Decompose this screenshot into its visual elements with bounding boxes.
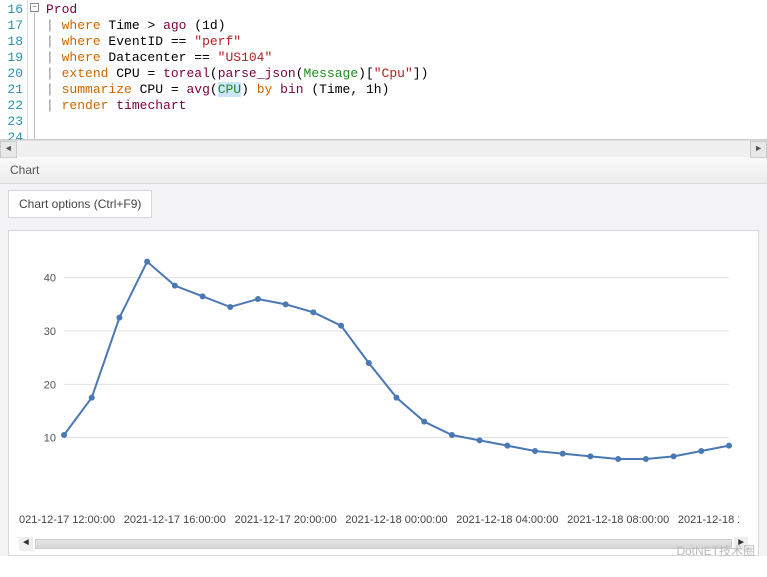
- scroll-right-icon[interactable]: ►: [750, 141, 767, 158]
- chart-options-button[interactable]: Chart options (Ctrl+F9): [8, 190, 152, 218]
- code-editor[interactable]: 161718192021222324 − Prod| where Time > …: [0, 0, 767, 140]
- svg-text:2021-12-17 16:00:00: 2021-12-17 16:00:00: [124, 514, 226, 526]
- scroll-right-icon[interactable]: ►: [734, 537, 748, 551]
- line-number: 22: [2, 98, 23, 114]
- line-number: 18: [2, 34, 23, 50]
- timechart-svg: 10 20 30 40 2021-12-17 12:00:00 2021-12-17 16…: [19, 241, 739, 531]
- svg-text:2021-12-18 12:00:00: 2021-12-18 12:00:00: [678, 514, 739, 526]
- fold-guide: [34, 13, 35, 139]
- svg-text:10: 10: [44, 433, 56, 445]
- chart-area: 10 20 30 40 2021-12-17 12:00:00 2021-12-17 16…: [8, 230, 759, 556]
- line-number: 23: [2, 114, 23, 130]
- code-line[interactable]: | where Time > ago (1d): [46, 18, 428, 34]
- editor-horizontal-scrollbar[interactable]: ◄ ►: [0, 140, 767, 157]
- code-line[interactable]: | where EventID == "perf": [46, 34, 428, 50]
- code-line[interactable]: Prod: [46, 2, 428, 18]
- scroll-track[interactable]: [35, 539, 732, 549]
- line-number: 21: [2, 82, 23, 98]
- scroll-left-icon[interactable]: ◄: [0, 141, 17, 158]
- code-line[interactable]: | summarize CPU = avg(CPU) by bin (Time,…: [46, 82, 428, 98]
- line-number: 16: [2, 2, 23, 18]
- code-line[interactable]: [46, 114, 428, 130]
- chart-horizontal-scrollbar[interactable]: ◄ ►: [19, 537, 748, 551]
- line-number: 19: [2, 50, 23, 66]
- code-content[interactable]: Prod| where Time > ago (1d)| where Event…: [42, 0, 432, 139]
- fold-column[interactable]: −: [28, 0, 42, 139]
- line-number: 20: [2, 66, 23, 82]
- line-number-gutter: 161718192021222324: [0, 0, 28, 139]
- svg-text:40: 40: [44, 273, 56, 285]
- svg-text:2021-12-17 12:00:00: 2021-12-17 12:00:00: [19, 514, 115, 526]
- svg-text:30: 30: [44, 326, 56, 338]
- svg-text:2021-12-17 20:00:00: 2021-12-17 20:00:00: [235, 514, 337, 526]
- svg-text:2021-12-18 00:00:00: 2021-12-18 00:00:00: [345, 514, 447, 526]
- svg-text:2021-12-18 04:00:00: 2021-12-18 04:00:00: [456, 514, 558, 526]
- code-line[interactable]: | where Datacenter == "US104": [46, 50, 428, 66]
- scroll-left-icon[interactable]: ◄: [19, 537, 33, 551]
- svg-text:20: 20: [44, 379, 56, 391]
- fold-toggle-icon[interactable]: −: [30, 3, 39, 12]
- chart-panel: Chart Chart options (Ctrl+F9) 10 20 30 40 20…: [0, 157, 767, 556]
- code-line[interactable]: | extend CPU = toreal(parse_json(Message…: [46, 66, 428, 82]
- svg-text:2021-12-18 08:00:00: 2021-12-18 08:00:00: [567, 514, 669, 526]
- code-line[interactable]: | render timechart: [46, 98, 428, 114]
- line-number: 17: [2, 18, 23, 34]
- chart-panel-title: Chart: [0, 157, 767, 184]
